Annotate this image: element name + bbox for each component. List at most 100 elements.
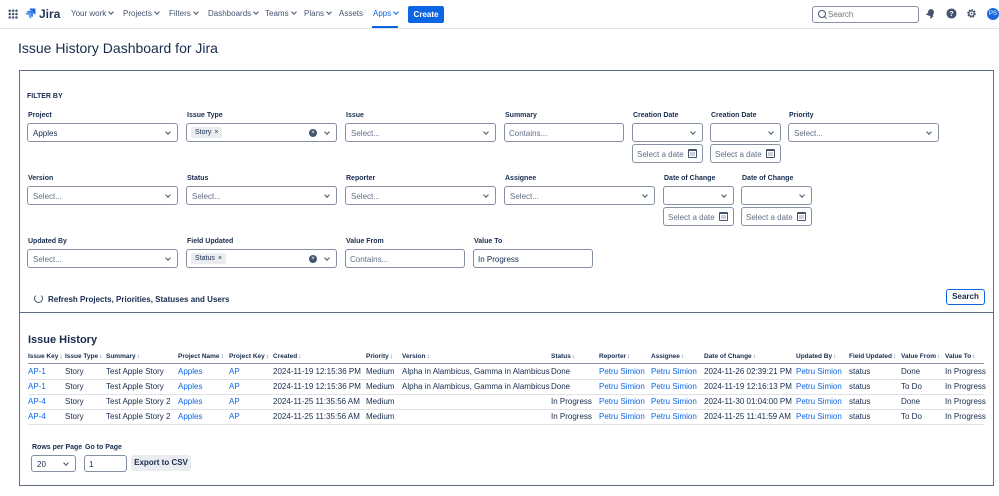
column-header-assignee[interactable]: Assignee↕ [651,353,684,360]
creation-date-from-operator[interactable] [632,123,703,142]
cell-reporter[interactable]: Petru Simion [599,367,645,376]
sort-icon[interactable]: ↕ [59,353,62,360]
value-from-field[interactable] [345,249,465,268]
nav-projects[interactable]: Projects [123,9,160,18]
cell-assignee[interactable]: Petru Simion [651,367,697,376]
priority-select[interactable]: Select... [788,123,939,142]
creation-date-from-picker[interactable]: Select a date [632,144,703,163]
cell-issue-key[interactable]: AP-1 [28,367,46,376]
app-switcher-icon[interactable] [8,9,18,19]
cell-updated-by[interactable]: Petru Simion [796,412,842,421]
version-select[interactable]: Select... [27,186,178,205]
summary-input[interactable] [509,127,617,139]
cell-project-name[interactable]: Apples [178,382,202,391]
calendar-icon[interactable] [719,212,728,221]
nav-your-work[interactable]: Your work [71,9,115,18]
issue-type-select[interactable]: Story × × [186,123,337,142]
column-header-created[interactable]: Created↕ [273,353,301,360]
sort-icon[interactable]: ↕ [221,353,224,360]
calendar-icon[interactable] [688,149,697,158]
clear-icon[interactable]: × [309,255,317,263]
creation-date-to-picker[interactable]: Select a date [710,144,781,163]
help-icon[interactable]: ? [946,8,957,19]
value-to-field[interactable] [473,249,593,268]
column-header-reporter[interactable]: Reporter↕ [599,353,630,360]
column-header-date-of-change[interactable]: Date of Change↕ [704,353,756,360]
nav-dashboards[interactable]: Dashboards [208,9,259,18]
sort-icon[interactable]: ↕ [627,353,630,360]
remove-chip-icon[interactable]: × [218,255,222,262]
project-select[interactable]: Apples [27,123,178,142]
sort-icon[interactable]: ↕ [893,353,896,360]
settings-gear-icon[interactable] [966,8,977,19]
column-header-value-from[interactable]: Value From↕ [901,353,940,360]
sort-icon[interactable]: ↕ [99,353,102,360]
search-button[interactable]: Search [946,289,985,305]
cell-project-key[interactable]: AP [229,382,240,391]
global-search[interactable] [812,6,919,23]
clear-icon[interactable]: × [309,129,317,137]
nav-apps[interactable]: Apps [373,9,400,18]
sort-icon[interactable]: ↕ [266,353,269,360]
nav-filters[interactable]: Filters [169,9,199,18]
creation-date-to-operator[interactable] [710,123,781,142]
go-to-page-input[interactable] [89,458,120,470]
cell-issue-key[interactable]: AP-4 [28,412,46,421]
column-header-project-name[interactable]: Project Name↕ [178,353,224,360]
sort-icon[interactable]: ↕ [753,353,756,360]
rows-per-page-select[interactable]: 20 [31,455,76,472]
sort-icon[interactable]: ↕ [937,353,940,360]
sort-icon[interactable]: ↕ [572,353,575,360]
cell-updated-by[interactable]: Petru Simion [796,382,842,391]
go-to-page-field[interactable] [84,455,127,472]
column-header-updated-by[interactable]: Updated By↕ [796,353,836,360]
nav-assets[interactable]: Assets [339,9,363,18]
calendar-icon[interactable] [766,149,775,158]
cell-reporter[interactable]: Petru Simion [599,382,645,391]
sort-icon[interactable]: ↕ [681,353,684,360]
cell-reporter[interactable]: Petru Simion [599,397,645,406]
column-header-summary[interactable]: Summary↕ [106,353,140,360]
cell-reporter[interactable]: Petru Simion [599,412,645,421]
nav-teams[interactable]: Teams [265,9,297,18]
refresh-link[interactable]: Refresh Projects, Priorities, Statuses a… [34,293,229,304]
export-csv-button[interactable]: Export to CSV [131,455,191,471]
date-of-change-from-operator[interactable] [663,186,734,205]
cell-assignee[interactable]: Petru Simion [651,382,697,391]
cell-project-key[interactable]: AP [229,397,240,406]
column-header-issue-key[interactable]: Issue Key↕ [28,353,63,360]
cell-project-key[interactable]: AP [229,412,240,421]
cell-updated-by[interactable]: Petru Simion [796,367,842,376]
date-of-change-to-picker[interactable]: Select a date [741,207,812,226]
nav-plans[interactable]: Plans [304,9,332,18]
value-to-input[interactable] [478,253,586,265]
column-header-issue-type[interactable]: Issue Type↕ [65,353,102,360]
sort-icon[interactable]: ↕ [390,353,393,360]
sort-icon[interactable]: ↕ [426,353,429,360]
field-updated-select[interactable]: Status × × [186,249,337,268]
value-from-input[interactable] [350,253,458,265]
cell-project-name[interactable]: Apples [178,367,202,376]
cell-project-name[interactable]: Apples [178,397,202,406]
status-select[interactable]: Select... [186,186,337,205]
search-input[interactable] [828,8,913,20]
cell-issue-key[interactable]: AP-1 [28,382,46,391]
sort-icon[interactable]: ↕ [833,353,836,360]
reporter-select[interactable]: Select... [345,186,496,205]
sort-icon[interactable]: ↕ [298,353,301,360]
column-header-version[interactable]: Version↕ [402,353,430,360]
summary-field[interactable] [504,123,624,142]
cell-project-name[interactable]: Apples [178,412,202,421]
sort-icon[interactable]: ↕ [972,353,975,360]
issue-select[interactable]: Select... [345,123,496,142]
cell-assignee[interactable]: Petru Simion [651,397,697,406]
column-header-value-to[interactable]: Value To↕ [945,353,976,360]
remove-chip-icon[interactable]: × [214,129,218,136]
date-of-change-to-operator[interactable] [741,186,812,205]
product-name[interactable]: Jira [39,7,60,21]
create-button[interactable]: Create [408,6,444,23]
sort-icon[interactable]: ↕ [137,353,140,360]
assignee-select[interactable]: Select... [504,186,655,205]
column-header-field-updated[interactable]: Field Updated↕ [849,353,896,360]
cell-project-key[interactable]: AP [229,367,240,376]
